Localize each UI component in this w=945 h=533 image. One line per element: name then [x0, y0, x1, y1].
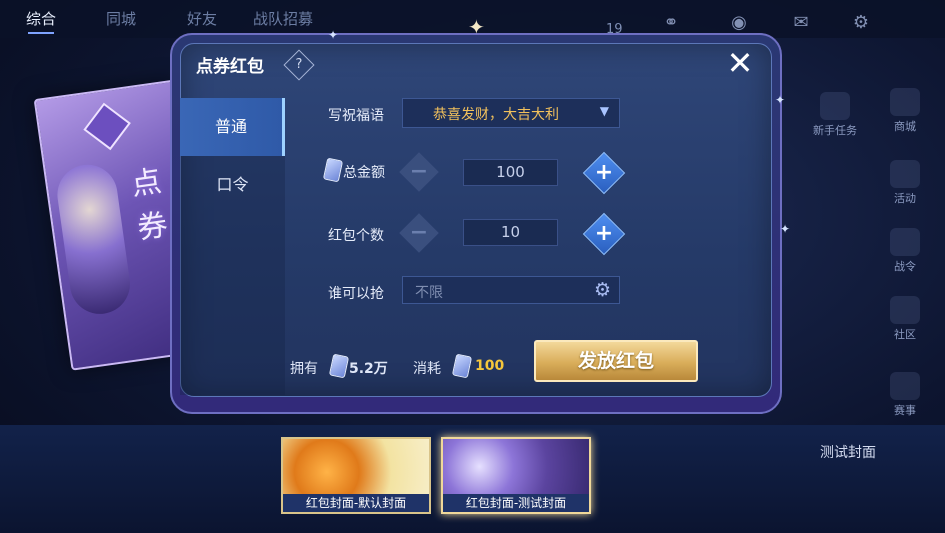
who-can-grab-field[interactable]: 不限 ⚙ [402, 276, 620, 304]
cover-test-art [443, 439, 589, 494]
tab-friends[interactable]: 好友 [187, 8, 217, 29]
tab-password[interactable]: 口令 [180, 156, 285, 214]
tab-general[interactable]: 综合 [26, 8, 56, 29]
dialog-tabs: 普通 口令 [180, 98, 285, 214]
cover-default[interactable]: 红包封面-默认封面 [281, 437, 431, 514]
star-ornament-icon: ✦ [468, 15, 485, 39]
packet-count-decrease-button[interactable]: − [399, 213, 439, 253]
chevron-down-icon: ▼ [599, 104, 609, 118]
sparkle-icon: ✦ [775, 93, 786, 107]
battle-pass-icon [890, 228, 920, 256]
task-icon [820, 92, 850, 120]
minus-icon: − [409, 159, 429, 184]
total-amount-input[interactable]: 100 [463, 159, 558, 186]
tab-normal[interactable]: 普通 [180, 98, 285, 156]
cost-label: 消耗 [413, 361, 441, 377]
cover-test[interactable]: 红包封面-测试封面 [441, 437, 591, 514]
total-amount-label: 总金额 [343, 165, 385, 181]
settings-gear-icon[interactable]: ⚙ [850, 12, 872, 34]
side-item-events[interactable]: 赛事 [875, 372, 935, 418]
blessing-label: 写祝福语 [328, 108, 384, 124]
tab-team-recruit[interactable]: 战队招募 [253, 8, 313, 29]
question-icon: ? [295, 57, 303, 72]
plus-icon: + [594, 160, 614, 185]
packet-count-label: 红包个数 [328, 228, 384, 244]
packet-count-input[interactable]: 10 [463, 219, 558, 246]
cover-default-art [283, 439, 429, 494]
dialog-title: 点券红包 [196, 57, 264, 77]
owned-label: 拥有 [290, 361, 318, 377]
side-item-community[interactable]: 社区 [875, 296, 935, 342]
owned-value: 5.2万 [349, 361, 388, 377]
people-icon[interactable]: ⚭ [660, 12, 682, 34]
side-item-battle-pass[interactable]: 战令 [875, 228, 935, 274]
total-amount-decrease-button[interactable]: − [399, 152, 439, 192]
cover-test-label: 红包封面-测试封面 [443, 494, 589, 512]
blessing-select[interactable]: 恭喜发财，大吉大利 ▼ [402, 98, 620, 128]
minus-icon: − [409, 220, 429, 245]
plus-icon: + [594, 221, 614, 246]
eye-icon[interactable]: ◉ [728, 12, 750, 34]
envelope-emblem-icon [83, 102, 131, 151]
envelope-text: 点券 [123, 164, 171, 257]
side-item-activity[interactable]: 活动 [875, 160, 935, 206]
mail-icon[interactable]: ✉ [790, 12, 812, 34]
activity-icon [890, 160, 920, 188]
who-can-grab-value: 不限 [415, 285, 443, 301]
who-can-grab-label: 谁可以抢 [328, 286, 384, 302]
shop-icon [890, 88, 920, 116]
tab-local[interactable]: 同城 [106, 8, 136, 29]
active-tab-indicator [28, 32, 54, 34]
sparkle-icon: ✦ [780, 222, 791, 236]
side-item-newbie-tasks[interactable]: 新手任务 [805, 92, 865, 138]
cost-value: 100 [475, 358, 505, 374]
blessing-value: 恭喜发财，大吉大利 [433, 107, 559, 123]
selected-cover-name: 测试封面 [820, 445, 876, 461]
community-icon [890, 296, 920, 324]
side-item-shop[interactable]: 商城 [875, 88, 935, 134]
close-button[interactable]: ✕ [724, 47, 756, 80]
trophy-icon [890, 372, 920, 400]
cover-default-label: 红包封面-默认封面 [283, 494, 429, 512]
sparkle-icon: ✦ [328, 28, 339, 42]
send-red-packet-button[interactable]: 发放红包 [534, 340, 698, 382]
gear-icon[interactable]: ⚙ [594, 279, 611, 301]
